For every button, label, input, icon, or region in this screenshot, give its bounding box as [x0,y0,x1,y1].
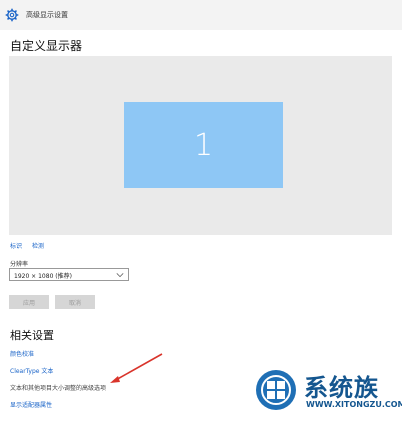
identify-link[interactable]: 标识 [10,243,22,250]
title-bar: 高级显示设置 [0,0,402,30]
display-preview: 1 [9,56,392,235]
watermark-url: WWW.XITONGZU.COM [306,400,402,409]
watermark-brand: 系统族 [304,374,379,402]
color-calibration-link[interactable]: 颜色校准 [10,349,34,358]
advanced-sizing-link[interactable]: 文本和其他项目大小调整的高级选项 [10,383,106,392]
watermark: 系统族 WWW.XITONGZU.COM [254,364,402,418]
adapter-properties-link[interactable]: 显示适配器属性 [10,400,52,409]
chevron-down-icon [116,273,124,278]
monitor-number: 1 [193,127,214,163]
resolution-value: 1920 × 1080 (推荐) [14,273,72,280]
resolution-dropdown[interactable]: 1920 × 1080 (推荐) [9,268,129,281]
detect-link[interactable]: 检测 [32,243,44,250]
gear-icon [5,8,19,22]
related-settings-title: 相关设置 [10,329,54,342]
window-title: 高级显示设置 [26,11,68,19]
apply-button[interactable]: 应用 [9,295,49,309]
page-title: 自定义显示器 [10,39,83,53]
cancel-button[interactable]: 取消 [55,295,95,309]
watermark-logo-icon [256,370,296,410]
monitor-1[interactable]: 1 [124,102,283,188]
red-arrow-annotation [110,353,163,383]
resolution-label: 分辨率 [10,261,29,268]
cleartype-link[interactable]: ClearType 文本 [10,366,53,375]
display-links: 标识 检测 [10,241,52,250]
